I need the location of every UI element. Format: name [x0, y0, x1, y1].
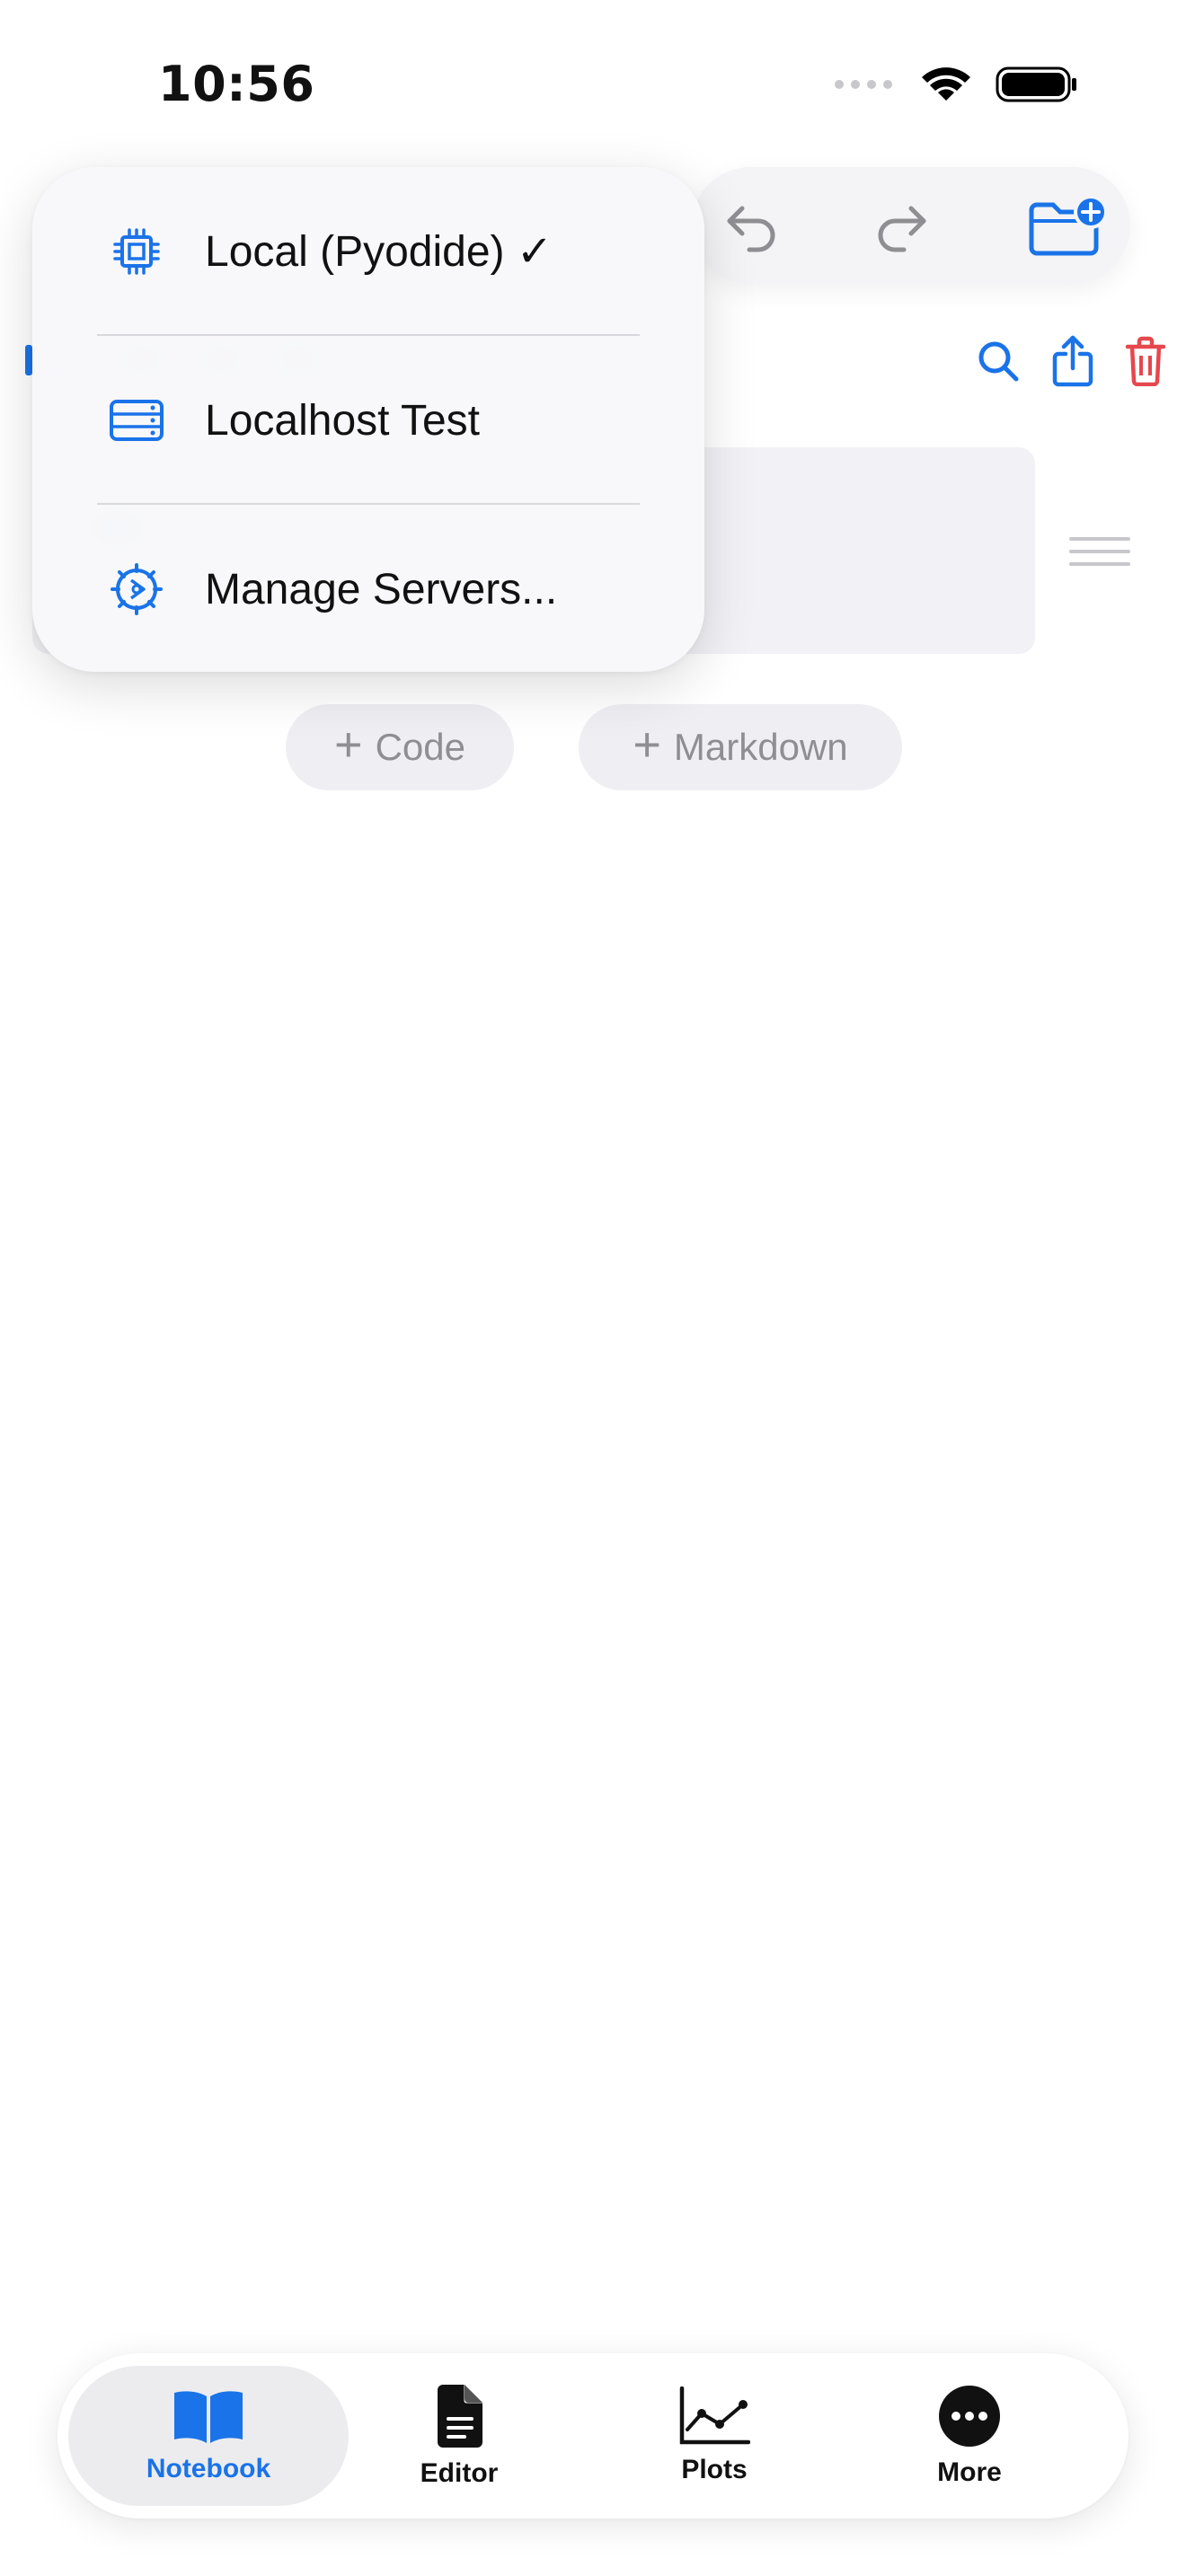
line-chart-icon — [679, 2386, 750, 2445]
trash-icon — [1125, 336, 1166, 387]
tab-notebook[interactable]: Notebook — [68, 2366, 349, 2506]
add-code-label: Code — [375, 726, 465, 768]
tab-label: More — [937, 2457, 1002, 2487]
tab-label: Editor — [420, 2458, 499, 2488]
tab-more[interactable]: More — [848, 2366, 1091, 2506]
menu-item-manage-servers[interactable]: Manage Servers... — [32, 505, 704, 674]
menu-item-local-pyodide[interactable]: Local (Pyodide) ✓ — [32, 167, 704, 336]
gear-icon — [108, 560, 165, 618]
folder-plus-icon — [1029, 195, 1108, 256]
redo-arrow-icon — [878, 206, 926, 252]
plus-icon: + — [633, 718, 661, 772]
cell-selection-marker — [25, 345, 32, 375]
kernel-menu: Local (Pyodide) ✓ Localhost Test Manage … — [32, 167, 704, 672]
tab-plots[interactable]: Plots — [593, 2366, 836, 2506]
document-icon — [438, 2385, 482, 2448]
tab-label: Plots — [681, 2455, 748, 2484]
new-folder-button[interactable] — [1026, 194, 1109, 257]
menu-item-label: Localhost Test — [205, 396, 480, 445]
add-code-cell-button[interactable]: + Code — [286, 704, 514, 790]
tab-label: Notebook — [146, 2454, 271, 2483]
delete-button[interactable] — [1125, 336, 1166, 391]
ellipsis-circle-icon — [939, 2386, 1000, 2447]
add-markdown-label: Markdown — [673, 726, 848, 768]
undo-button[interactable] — [721, 194, 783, 257]
chip-icon — [108, 223, 165, 280]
status-time: 10:56 — [158, 56, 315, 112]
server-rack-icon — [108, 392, 165, 449]
cell-drag-handle[interactable] — [1069, 537, 1130, 575]
magnifier-icon — [978, 341, 1019, 382]
share-button[interactable] — [1051, 334, 1094, 393]
menu-item-label: Manage Servers... — [205, 565, 558, 613]
plus-icon: + — [334, 718, 363, 772]
tab-editor[interactable]: Editor — [338, 2366, 580, 2506]
book-icon — [174, 2391, 243, 2443]
status-indicators — [834, 65, 1078, 104]
share-icon — [1052, 335, 1093, 387]
menu-item-localhost-test[interactable]: Localhost Test — [32, 336, 704, 505]
cellular-signal-icon — [835, 80, 892, 89]
cell-actions — [976, 334, 1166, 393]
redo-button[interactable] — [870, 194, 933, 257]
add-markdown-cell-button[interactable]: + Markdown — [579, 704, 902, 790]
menu-item-label: Local (Pyodide) ✓ — [205, 228, 553, 276]
search-button[interactable] — [976, 339, 1021, 388]
tab-bar: Notebook Editor Plots More — [58, 2353, 1128, 2519]
battery-icon — [996, 66, 1076, 102]
undo-arrow-icon — [727, 206, 775, 252]
notebook-toolbar — [692, 167, 1130, 284]
wifi-icon — [922, 67, 970, 101]
